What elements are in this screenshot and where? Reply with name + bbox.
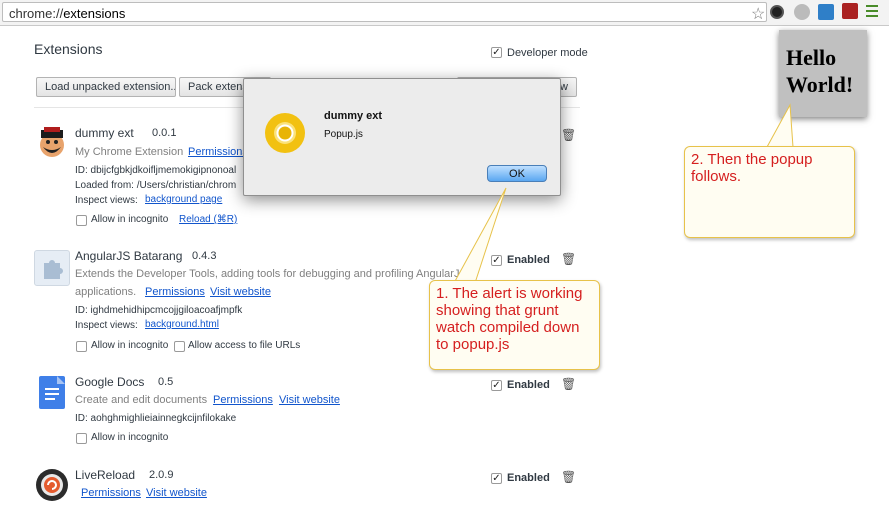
callout-connectors [453, 103, 794, 284]
callout-popup: 2. Then the popup follows. [684, 146, 855, 238]
callout-popup-text: 2. Then the popup follows. [691, 151, 813, 185]
callout-alert: 1. The alert is working showing that gru… [429, 280, 600, 370]
callout-alert-text: 1. The alert is working showing that gru… [436, 285, 583, 353]
